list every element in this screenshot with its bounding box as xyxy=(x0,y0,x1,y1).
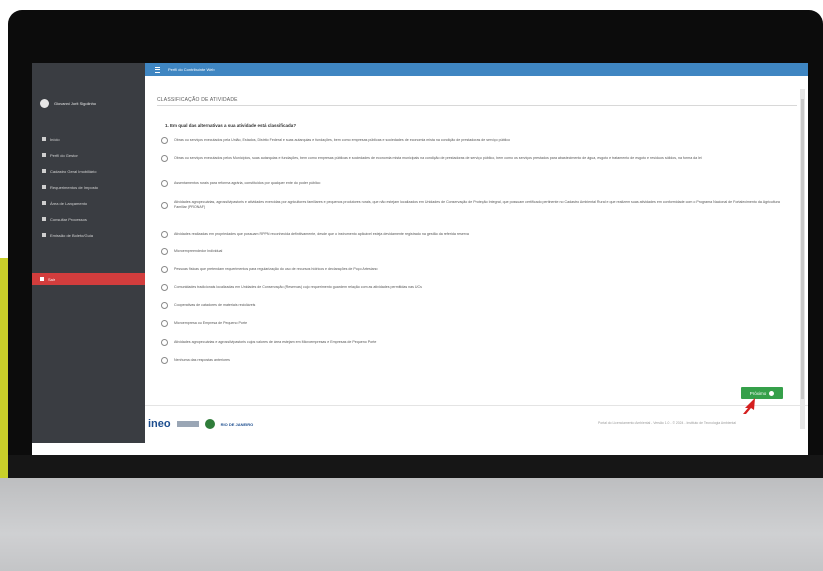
city-logo-text: RIO DE JANEIRO xyxy=(220,421,254,427)
radio-button[interactable] xyxy=(161,320,168,327)
radio-button[interactable] xyxy=(161,284,168,291)
user-name: Giovanni Jorit Sigolinho xyxy=(54,101,97,106)
city-seal-icon xyxy=(204,419,215,429)
option-item[interactable]: Pessoas físicas que pretendam requerimen… xyxy=(161,266,791,273)
document-icon xyxy=(42,185,46,189)
sidebar-item-label: Cadastro Geral Imobiliário xyxy=(50,168,97,174)
ineo-logo: ineo xyxy=(148,418,171,430)
sidebar-item-emissao[interactable]: Emissão de Boleto/Guia xyxy=(32,227,145,243)
logout-icon xyxy=(40,277,44,281)
option-item[interactable]: Cooperativas de catadores de materiais r… xyxy=(161,302,791,309)
option-label: Atividades agropecuárias e agrossilvipas… xyxy=(174,340,377,344)
option-item[interactable]: Atividades realizadas em propriedades qu… xyxy=(161,231,791,238)
sidebar-item-perfil-gestor[interactable]: Perfil do Gestor xyxy=(32,147,145,163)
option-label: Nenhuma das respostas anteriores xyxy=(174,358,230,362)
option-label: Comunidades tradicionais localizadas em … xyxy=(174,285,422,289)
scrollbar-thumb[interactable] xyxy=(801,99,804,399)
sidebar-item-label: Emissão de Boleto/Guia xyxy=(50,232,93,238)
main-content: CLASSIFICAÇÃO DE ATIVIDADE 1. Em qual da… xyxy=(145,76,808,443)
grid-icon xyxy=(42,201,46,205)
option-label: Obras ou serviços executados pelos Munic… xyxy=(174,156,702,160)
radio-button[interactable] xyxy=(161,155,168,162)
option-label: Atividades agropecuárias, agrossilvipast… xyxy=(174,200,780,209)
option-item[interactable]: Assentamentos rurais para reforma agrári… xyxy=(161,180,791,187)
laptop-bezel-bottom xyxy=(8,455,823,480)
option-item[interactable]: Obras ou serviços executados pela União,… xyxy=(161,137,791,144)
laptop-screen: Giovanni Jorit Sigolinho Início Perfil d… xyxy=(32,63,808,455)
option-label: Atividades realizadas em propriedades qu… xyxy=(174,232,469,236)
option-label: Assentamentos rurais para reforma agrári… xyxy=(174,181,321,185)
sidebar-item-inicio[interactable]: Início xyxy=(32,131,145,147)
scrollbar[interactable] xyxy=(800,89,805,429)
question-text: 1. Em qual das alternativas a sua ativid… xyxy=(165,123,297,128)
sidebar-item-label: Consultar Processos xyxy=(50,216,87,222)
sidebar-item-label: Área de Lançamento xyxy=(50,200,88,206)
option-label: Pessoas físicas que pretendam requerimen… xyxy=(174,267,378,271)
top-bar-title: Perfil do Contribuinte Web xyxy=(168,67,215,72)
radio-button[interactable] xyxy=(161,248,168,255)
laptop-base xyxy=(0,478,823,571)
user-profile[interactable]: Giovanni Jorit Sigolinho xyxy=(40,99,96,108)
next-button-label: Próximo xyxy=(749,390,767,396)
logout-label: Sair xyxy=(48,276,56,282)
radio-button[interactable] xyxy=(161,231,168,238)
sidebar-item-lancamento[interactable]: Área de Lançamento xyxy=(32,195,145,211)
menu-toggle-icon[interactable] xyxy=(155,66,160,73)
option-item[interactable]: Microempresa ou Empresa de Pequeno Porte xyxy=(161,320,791,327)
user-avatar-icon xyxy=(40,99,49,108)
sidebar-item-label: Perfil do Gestor xyxy=(50,152,78,158)
option-item[interactable]: Atividades agropecuárias, agrossilvipast… xyxy=(161,200,791,210)
option-label: Obras ou serviços executados pela União,… xyxy=(174,138,511,142)
radio-button[interactable] xyxy=(161,180,168,187)
option-item[interactable]: Microempreendedor Individual xyxy=(161,248,791,255)
user-icon xyxy=(42,153,46,157)
pointer-arrow-icon xyxy=(743,398,755,414)
option-label: Microempreendedor Individual xyxy=(174,249,223,253)
option-item[interactable]: Obras ou serviços executados pelos Munic… xyxy=(161,155,791,162)
home-icon xyxy=(42,137,46,141)
option-label: Cooperativas de catadores de materiais r… xyxy=(174,303,256,307)
option-label: Microempresa ou Empresa de Pequeno Porte xyxy=(174,321,248,325)
logout-button[interactable]: Sair xyxy=(32,273,145,285)
document-icon xyxy=(42,169,46,173)
sidebar-item-label: Início xyxy=(50,136,60,142)
sidebar-item-cadastro[interactable]: Cadastro Geral Imobiliário xyxy=(32,163,145,179)
print-icon xyxy=(42,233,46,237)
radio-button[interactable] xyxy=(161,357,168,364)
option-item[interactable]: Nenhuma das respostas anteriores xyxy=(161,357,791,364)
top-bar: Perfil do Contribuinte Web xyxy=(145,63,808,76)
partner-logo xyxy=(176,421,199,427)
document-icon xyxy=(42,217,46,221)
radio-button[interactable] xyxy=(161,266,168,273)
footer-logos: ineo RIO DE JANEIRO xyxy=(148,418,253,430)
sidebar: Giovanni Jorit Sigolinho Início Perfil d… xyxy=(32,63,145,443)
arrow-right-icon xyxy=(769,390,775,396)
radio-button[interactable] xyxy=(161,302,168,309)
radio-button[interactable] xyxy=(161,339,168,346)
section-title: CLASSIFICAÇÃO DE ATIVIDADE xyxy=(157,97,238,103)
sidebar-menu: Início Perfil do Gestor Cadastro Geral I… xyxy=(32,131,145,243)
footer-credit: Portal do Licenciamento Ambiental - Vers… xyxy=(598,421,736,425)
radio-button[interactable] xyxy=(161,137,168,144)
radio-button[interactable] xyxy=(161,201,168,209)
footer-divider xyxy=(145,405,808,406)
sidebar-item-requerimentos[interactable]: Requerimentos de Imposto xyxy=(32,179,145,195)
sidebar-item-label: Requerimentos de Imposto xyxy=(50,184,99,190)
option-item[interactable]: Atividades agropecuárias e agrossilvipas… xyxy=(161,339,791,346)
option-item[interactable]: Comunidades tradicionais localizadas em … xyxy=(161,284,791,291)
section-divider xyxy=(157,105,797,106)
sidebar-item-processos[interactable]: Consultar Processos xyxy=(32,211,145,227)
